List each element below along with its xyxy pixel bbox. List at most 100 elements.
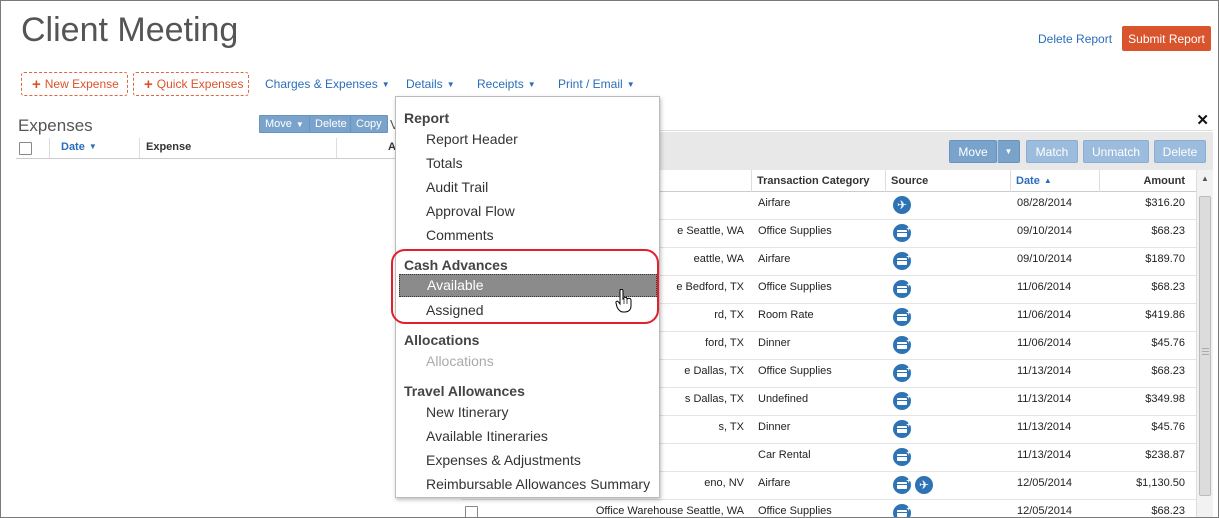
date-cell: 11/13/2014 [1017, 393, 1072, 405]
vendor-cell: s, TX [718, 421, 744, 433]
date-cell: 11/06/2014 [1017, 281, 1072, 293]
card-icon [893, 504, 911, 517]
charges-expenses-menu[interactable]: Charges & Expenses ▼ [265, 77, 390, 91]
caret-down-icon: ▼ [1004, 147, 1013, 156]
submit-report-button[interactable]: Submit Report [1122, 26, 1211, 51]
cash-advances-section-heading: Cash Advances [404, 257, 508, 273]
column-divider [751, 170, 752, 192]
caret-down-icon: ▼ [446, 80, 455, 89]
date-header[interactable]: Date ▲ [1016, 175, 1052, 187]
column-divider [1099, 170, 1100, 192]
row-checkbox[interactable] [465, 506, 478, 517]
caret-down-icon: ▼ [381, 80, 390, 89]
page-title: Client Meeting [21, 11, 239, 49]
transaction-category-header[interactable]: Transaction Category [757, 175, 869, 187]
reimbursable-allowances-summary-item[interactable]: Reimbursable Allowances Summary [426, 476, 650, 492]
scrollbar-thumb[interactable]: — — — [1199, 196, 1211, 496]
vendor-cell: rd, TX [714, 309, 744, 321]
category-cell: Office Supplies [758, 225, 832, 237]
new-expense-button[interactable]: + New Expense [21, 72, 128, 96]
expenses-table-header: Date ▼ Expense A [16, 138, 396, 159]
category-cell: Airfare [758, 197, 791, 209]
expense-column-header[interactable]: Expense [146, 141, 191, 153]
plane-icon: ✈ [915, 476, 933, 494]
category-cell: Dinner [758, 421, 791, 433]
vendor-cell: eattle, WA [693, 253, 744, 265]
comments-item[interactable]: Comments [426, 227, 494, 243]
column-divider [49, 138, 50, 158]
category-cell: Undefined [758, 393, 809, 405]
column-divider [336, 138, 337, 158]
expenses-title: Expenses [18, 116, 93, 135]
card-icon [893, 224, 911, 242]
totals-item[interactable]: Totals [426, 155, 463, 171]
date-header-label: Date [1016, 175, 1040, 187]
menu-label: Print / Email [558, 77, 623, 91]
expenses-delete-button[interactable]: Delete [309, 115, 353, 133]
details-menu[interactable]: Details ▼ [406, 77, 455, 91]
panel-move-button[interactable]: Move [949, 140, 997, 163]
available-itineraries-item[interactable]: Available Itineraries [426, 428, 548, 444]
approval-flow-item[interactable]: Approval Flow [426, 203, 515, 219]
vendor-cell: e Bedford, TX [676, 281, 744, 293]
date-cell: 11/13/2014 [1017, 449, 1072, 461]
vendor-cell: e Seattle, WA [677, 225, 744, 237]
category-cell: Office Supplies [758, 281, 832, 293]
caret-down-icon: ▼ [527, 80, 536, 89]
card-icon [893, 280, 911, 298]
expenses-copy-button[interactable]: Copy [350, 115, 388, 133]
scroll-up-icon[interactable]: ▲ [1197, 170, 1213, 186]
amount-cell: $68.23 [1151, 225, 1185, 237]
vendor-cell: e Dallas, TX [684, 365, 744, 377]
category-cell: Airfare [758, 477, 791, 489]
column-divider [1010, 170, 1011, 192]
column-divider [885, 170, 886, 192]
amount-cell: $189.70 [1145, 253, 1185, 265]
category-cell: Airfare [758, 253, 791, 265]
date-cell: 11/13/2014 [1017, 421, 1072, 433]
source-header[interactable]: Source [891, 175, 928, 187]
plane-icon: ✈ [893, 196, 911, 214]
card-icon [893, 336, 911, 354]
report-section-heading: Report [404, 110, 450, 126]
quick-expenses-label: Quick Expenses [156, 77, 244, 91]
panel-delete-button[interactable]: Delete [1154, 140, 1206, 163]
grip-icon: — — — [1202, 345, 1209, 358]
card-icon [893, 420, 911, 438]
expenses-adjustments-item[interactable]: Expenses & Adjustments [426, 452, 581, 468]
amount-header[interactable]: Amount [1143, 175, 1185, 187]
date-cell: 11/06/2014 [1017, 337, 1072, 349]
card-icon [893, 392, 911, 410]
new-itinerary-item[interactable]: New Itinerary [426, 404, 508, 420]
unmatch-button[interactable]: Unmatch [1083, 140, 1149, 163]
column-divider [139, 138, 140, 158]
sort-asc-icon: ▲ [1043, 176, 1052, 185]
print-email-menu[interactable]: Print / Email ▼ [558, 77, 635, 91]
vertical-scrollbar[interactable]: ▲ — — — [1196, 170, 1213, 517]
select-all-checkbox[interactable] [19, 142, 32, 155]
vendor-cell: eno, NV [704, 477, 744, 489]
quick-expenses-button[interactable]: + Quick Expenses [133, 72, 249, 96]
delete-report-link[interactable]: Delete Report [1038, 32, 1112, 46]
receipts-menu[interactable]: Receipts ▼ [477, 77, 536, 91]
card-icon [893, 448, 911, 466]
close-icon[interactable]: ✕ [1196, 111, 1209, 129]
report-header-item[interactable]: Report Header [426, 131, 518, 147]
amount-cell: $68.23 [1151, 365, 1185, 377]
date-column-header[interactable]: Date ▼ [61, 141, 97, 153]
panel-move-dropdown[interactable]: ▼ [997, 140, 1020, 163]
menu-label: Receipts [477, 77, 524, 91]
assigned-item[interactable]: Assigned [426, 302, 484, 318]
category-cell: Dinner [758, 337, 791, 349]
audit-trail-item[interactable]: Audit Trail [426, 179, 488, 195]
table-row[interactable]: Office Warehouse Seattle, WA Office Suppl… [461, 500, 1196, 517]
date-cell: 11/06/2014 [1017, 309, 1072, 321]
expenses-move-button[interactable]: Move ▼ [259, 115, 310, 133]
date-cell: 09/10/2014 [1017, 253, 1073, 265]
amount-cell: $349.98 [1145, 393, 1185, 405]
date-header-label: Date [61, 141, 85, 153]
travel-allowances-section-heading: Travel Allowances [404, 383, 525, 399]
card-icon [893, 364, 911, 382]
vendor-cell: Office Warehouse Seattle, WA [595, 505, 744, 517]
match-button[interactable]: Match [1026, 140, 1078, 163]
